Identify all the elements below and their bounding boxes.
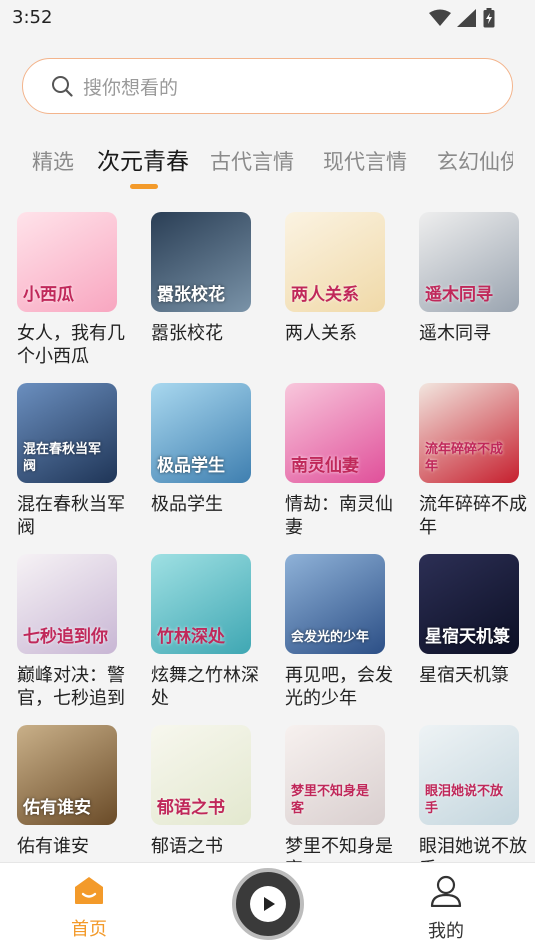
status-bar: 3:52	[0, 0, 535, 36]
book-cover: 极品学生	[151, 383, 251, 483]
book-cover-title: 流年碎碎不成年	[425, 442, 504, 474]
book-item[interactable]: 极品学生 极品学生	[151, 383, 251, 516]
book-cover-title: 眼泪她说不放手	[425, 784, 504, 816]
active-tab-indicator	[130, 184, 158, 189]
book-cover-title: 两人关系	[291, 285, 359, 305]
book-cover-title: 嚣张校花	[157, 285, 225, 305]
book-title: 眼泪她说不放手	[419, 836, 527, 862]
play-icon	[250, 886, 286, 922]
book-cover-title: 遥木同寻	[425, 285, 493, 305]
book-item[interactable]: 眼泪她说不放手眼泪她说不放手	[419, 725, 527, 862]
nav-mine[interactable]: 我的	[401, 875, 491, 943]
book-cover-title: 七秒追到你	[23, 627, 108, 647]
book-cover-title: 南灵仙妻	[291, 456, 359, 476]
battery-icon	[483, 8, 495, 28]
status-time: 3:52	[12, 7, 53, 28]
search-placeholder: 搜你想看的	[83, 76, 179, 99]
book-cover-title: 竹林深处	[157, 627, 225, 647]
book-cover-title: 梦里不知身是客	[291, 784, 370, 816]
wifi-icon	[429, 9, 451, 26]
status-icons	[429, 8, 495, 28]
home-icon	[75, 877, 103, 904]
book-item[interactable]: 郁语之书 郁语之书	[151, 725, 251, 858]
book-title: 情劫：南灵仙妻	[285, 494, 393, 538]
book-title: 郁语之书	[151, 836, 223, 857]
book-cover: 遥木同寻	[419, 212, 519, 312]
nav-mine-label: 我的	[428, 921, 464, 942]
book-title: 星宿天机箓	[419, 665, 509, 686]
book-item[interactable]: 竹林深处炫舞之竹林深处	[151, 554, 259, 710]
book-title: 女人，我有几个小西瓜	[17, 323, 125, 367]
book-title: 流年碎碎不成年	[419, 494, 527, 538]
book-cover: 混在春秋当军阀	[17, 383, 117, 483]
book-cover: 七秒追到你	[17, 554, 117, 654]
book-grid: 小西瓜 女人，我有几个小西瓜 嚣张校花 嚣张校花 两人关系 两人关系 遥木同寻 遥木同寻 混在春…	[0, 212, 535, 862]
book-cover: 会发光的少年	[285, 554, 385, 654]
book-title: 梦里不知身是客	[285, 836, 393, 862]
book-item[interactable]: 梦里不知身是客梦里不知身是客	[285, 725, 393, 862]
book-item[interactable]: 两人关系 两人关系	[285, 212, 385, 345]
bottom-nav: 首页 我的	[0, 862, 535, 951]
book-title: 两人关系	[285, 323, 357, 344]
book-item[interactable]: 星宿天机箓 星宿天机箓	[419, 554, 519, 687]
nav-home-label: 首页	[71, 919, 107, 940]
book-title: 巅峰对决：警官，七秒追到你	[17, 665, 125, 709]
book-cover-title: 郁语之书	[157, 798, 225, 818]
tab-xuanhuan-xianxia[interactable]: 玄幻仙侠	[437, 146, 513, 176]
book-cover-title: 星宿天机箓	[425, 627, 510, 647]
book-cover: 眼泪她说不放手	[419, 725, 519, 825]
book-cover: 小西瓜	[17, 212, 117, 312]
cellular-signal-icon	[457, 9, 476, 27]
player-button[interactable]	[232, 868, 304, 940]
book-cover: 竹林深处	[151, 554, 251, 654]
category-tabs: 精选 次元青春 古代言情 现代言情 玄幻仙侠	[0, 140, 513, 190]
book-title: 炫舞之竹林深处	[151, 665, 259, 709]
book-item[interactable]: 七秒追到你巅峰对决：警官，七秒追到你	[17, 554, 125, 710]
book-cover: 郁语之书	[151, 725, 251, 825]
book-cover: 星宿天机箓	[419, 554, 519, 654]
book-cover-title: 佑有谁安	[23, 798, 91, 818]
book-item[interactable]: 佑有谁安 佑有谁安	[17, 725, 117, 858]
book-item[interactable]: 南灵仙妻情劫：南灵仙妻	[285, 383, 393, 539]
tab-jingxuan[interactable]: 精选	[32, 146, 74, 176]
search-icon	[52, 76, 73, 97]
book-cover-title: 会发光的少年	[291, 630, 370, 645]
book-item[interactable]: 嚣张校花 嚣张校花	[151, 212, 251, 345]
tab-ciyuan-qingchun[interactable]: 次元青春	[97, 142, 189, 176]
book-title: 遥木同寻	[419, 323, 491, 344]
book-cover-title: 混在春秋当军阀	[23, 442, 102, 474]
book-cover-title: 小西瓜	[23, 285, 74, 305]
book-item[interactable]: 小西瓜女人，我有几个小西瓜	[17, 212, 125, 368]
book-cover: 梦里不知身是客	[285, 725, 385, 825]
book-title: 混在春秋当军阀	[17, 494, 125, 538]
tab-xiandai-yanqing[interactable]: 现代言情	[323, 146, 407, 176]
book-title: 极品学生	[151, 494, 223, 515]
book-cover: 佑有谁安	[17, 725, 117, 825]
book-title: 再见吧，会发光的少年	[285, 665, 393, 709]
book-cover-title: 极品学生	[157, 456, 225, 476]
book-item[interactable]: 流年碎碎不成年 流年碎碎不成年	[419, 383, 527, 539]
book-cover: 流年碎碎不成年	[419, 383, 519, 483]
book-cover: 嚣张校花	[151, 212, 251, 312]
book-item[interactable]: 混在春秋当军阀 混在春秋当军阀	[17, 383, 125, 539]
book-cover: 南灵仙妻	[285, 383, 385, 483]
book-cover: 两人关系	[285, 212, 385, 312]
nav-home[interactable]: 首页	[44, 875, 134, 941]
tab-gudai-yanqing[interactable]: 古代言情	[210, 146, 294, 176]
book-title: 嚣张校花	[151, 323, 223, 344]
book-item[interactable]: 会发光的少年再见吧，会发光的少年	[285, 554, 393, 710]
search-bar[interactable]: 搜你想看的	[22, 58, 513, 114]
book-title: 佑有谁安	[17, 836, 89, 857]
user-icon	[430, 875, 462, 908]
book-item[interactable]: 遥木同寻 遥木同寻	[419, 212, 519, 345]
